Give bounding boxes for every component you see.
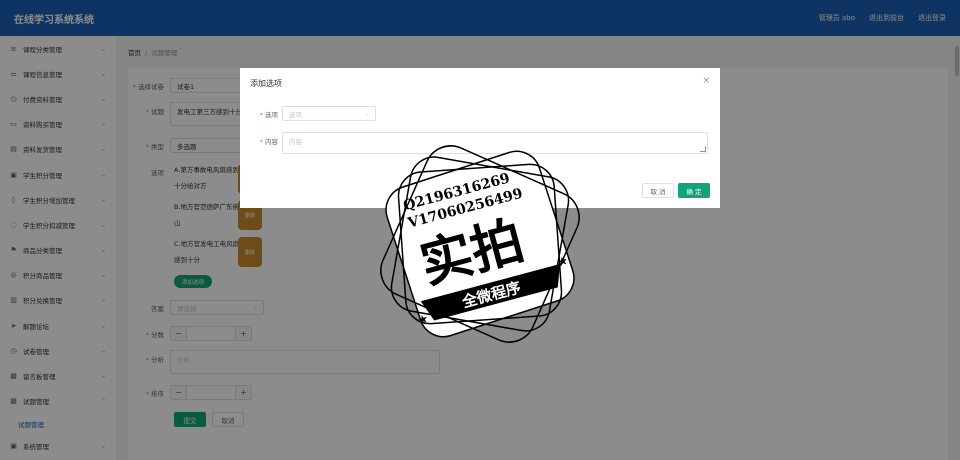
dialog-confirm-button[interactable]: 确 定 xyxy=(678,183,710,198)
dialog-option-row: 选项 选项 ⌄ xyxy=(240,106,376,121)
watermark-stamp: Q2196316269 V17060256499 实拍 全微程序 ★ ★ xyxy=(380,145,580,343)
resize-handle-icon[interactable] xyxy=(700,146,706,152)
dialog-content-placeholder: 内容 xyxy=(289,138,302,146)
dialog-option-select[interactable]: 选项 ⌄ xyxy=(282,106,376,121)
dialog-content-label: 内容 xyxy=(240,132,282,146)
dialog-cancel-button[interactable]: 取 消 xyxy=(642,183,674,198)
dialog-title: 添加选项 xyxy=(250,79,282,88)
close-icon[interactable]: × xyxy=(702,76,710,86)
dialog-option-label: 选项 xyxy=(240,109,282,119)
dialog-option-placeholder: 选项 xyxy=(289,110,302,119)
chevron-down-icon: ⌄ xyxy=(364,110,370,117)
